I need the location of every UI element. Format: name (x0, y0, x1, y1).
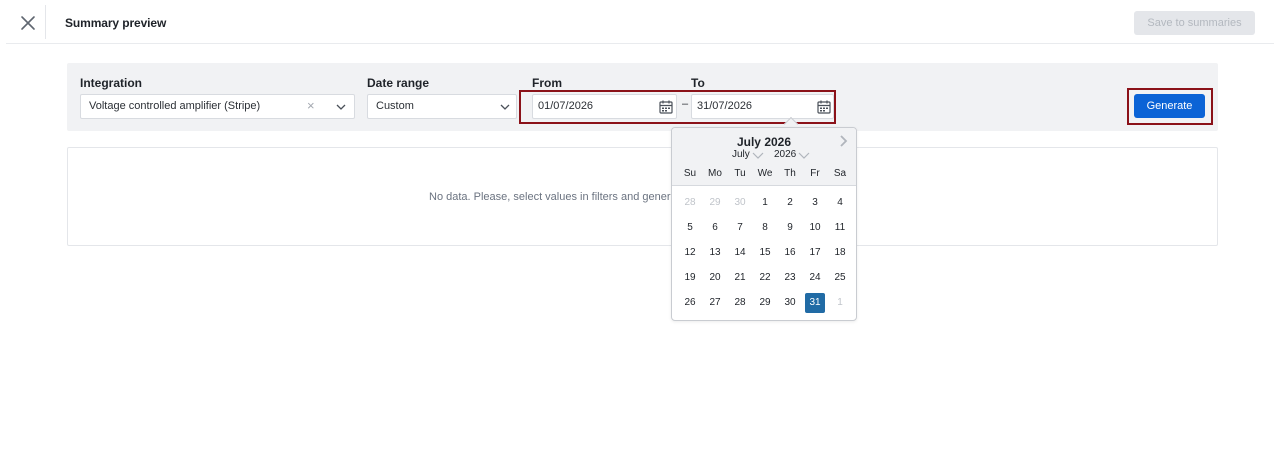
chevron-down-icon (798, 152, 810, 159)
date-range-dash: – (682, 98, 689, 110)
calendar-day[interactable]: 16 (780, 243, 800, 263)
weekday-header: Fr (810, 168, 820, 179)
to-date-input[interactable]: 31/07/2026 (691, 94, 834, 119)
calendar-day[interactable]: 29 (705, 193, 725, 213)
calendar-day[interactable]: 12 (680, 243, 700, 263)
calendar-day[interactable]: 26 (680, 293, 700, 313)
header: Summary preview Save to summaries (0, 0, 1280, 44)
calendar-day[interactable]: 30 (780, 293, 800, 313)
calendar-icon[interactable] (816, 99, 832, 115)
calendar-day[interactable]: 19 (680, 268, 700, 288)
calendar-day[interactable]: 3 (805, 193, 825, 213)
chevron-down-icon[interactable] (500, 102, 510, 112)
generate-button[interactable]: Generate (1134, 94, 1205, 118)
close-icon[interactable] (16, 11, 40, 35)
chevron-right-icon[interactable] (836, 134, 850, 148)
calendar-day[interactable]: 21 (730, 268, 750, 288)
calendar-day[interactable]: 14 (730, 243, 750, 263)
calendar-day[interactable]: 17 (805, 243, 825, 263)
weekday-header: Sa (833, 168, 847, 179)
chevron-down-icon (752, 152, 764, 159)
calendar-day-selected[interactable]: 31 (805, 293, 825, 313)
date-range-label: Date range (367, 76, 430, 90)
to-date-value: 31/07/2026 (697, 100, 753, 112)
weekday-header: Mo (708, 168, 722, 179)
integration-label: Integration (80, 76, 142, 90)
calendar-day[interactable]: 18 (830, 243, 850, 263)
calendar-day[interactable]: 30 (730, 193, 750, 213)
clear-icon[interactable]: × (307, 98, 315, 113)
calendar-day[interactable]: 9 (780, 218, 800, 238)
calendar-day[interactable]: 8 (755, 218, 775, 238)
to-label: To (691, 76, 705, 90)
chevron-down-icon[interactable] (336, 102, 346, 112)
date-range-value: Custom (376, 100, 414, 112)
save-to-summaries-button[interactable]: Save to summaries (1134, 11, 1255, 35)
weekday-header: We (757, 168, 773, 179)
calendar-day[interactable]: 29 (755, 293, 775, 313)
calendar-day[interactable]: 24 (805, 268, 825, 288)
header-border (6, 43, 1274, 44)
calendar-day[interactable]: 15 (755, 243, 775, 263)
year-select[interactable]: 2026 (774, 149, 810, 160)
calendar-day[interactable]: 13 (705, 243, 725, 263)
calendar-day[interactable]: 4 (830, 193, 850, 213)
calendar-day[interactable]: 1 (755, 193, 775, 213)
calendar-header: July 2026 July 2026 Su Mo Tu We Th Fr Sa (672, 128, 856, 186)
calendar-day[interactable]: 25 (830, 268, 850, 288)
calendar-day[interactable]: 1 (830, 293, 850, 313)
date-range-select[interactable]: Custom (367, 94, 517, 119)
results-panel: No data. Please, select values in filter… (67, 147, 1218, 246)
calendar-icon[interactable] (658, 99, 674, 115)
month-select[interactable]: July (732, 149, 764, 160)
calendar-day[interactable]: 6 (705, 218, 725, 238)
from-label: From (532, 76, 562, 90)
page-title: Summary preview (65, 16, 167, 30)
calendar-day[interactable]: 11 (830, 218, 850, 238)
integration-select[interactable]: Voltage controlled amplifier (Stripe) × (80, 94, 355, 119)
date-picker-popup: July 2026 July 2026 Su Mo Tu We Th Fr Sa 28 29 3… (671, 127, 857, 321)
from-date-input[interactable]: 01/07/2026 (532, 94, 677, 119)
header-divider (45, 5, 46, 39)
calendar-day[interactable]: 28 (730, 293, 750, 313)
month-select-value: July (732, 149, 750, 160)
weekday-header: Th (784, 168, 796, 179)
calendar-day[interactable]: 22 (755, 268, 775, 288)
from-date-value: 01/07/2026 (538, 100, 594, 112)
calendar-day[interactable]: 28 (680, 193, 700, 213)
calendar-day[interactable]: 27 (705, 293, 725, 313)
integration-value: Voltage controlled amplifier (Stripe) (89, 100, 261, 112)
calendar-month-title: July 2026 (736, 135, 792, 149)
weekday-header: Tu (734, 168, 746, 179)
weekday-header: Su (683, 168, 697, 179)
calendar-day[interactable]: 2 (780, 193, 800, 213)
calendar-day[interactable]: 5 (680, 218, 700, 238)
calendar-day[interactable]: 23 (780, 268, 800, 288)
year-select-value: 2026 (774, 149, 797, 160)
calendar-day[interactable]: 20 (705, 268, 725, 288)
calendar-day[interactable]: 10 (805, 218, 825, 238)
empty-state-text: No data. Please, select values in filter… (429, 191, 680, 203)
calendar-day[interactable]: 7 (730, 218, 750, 238)
